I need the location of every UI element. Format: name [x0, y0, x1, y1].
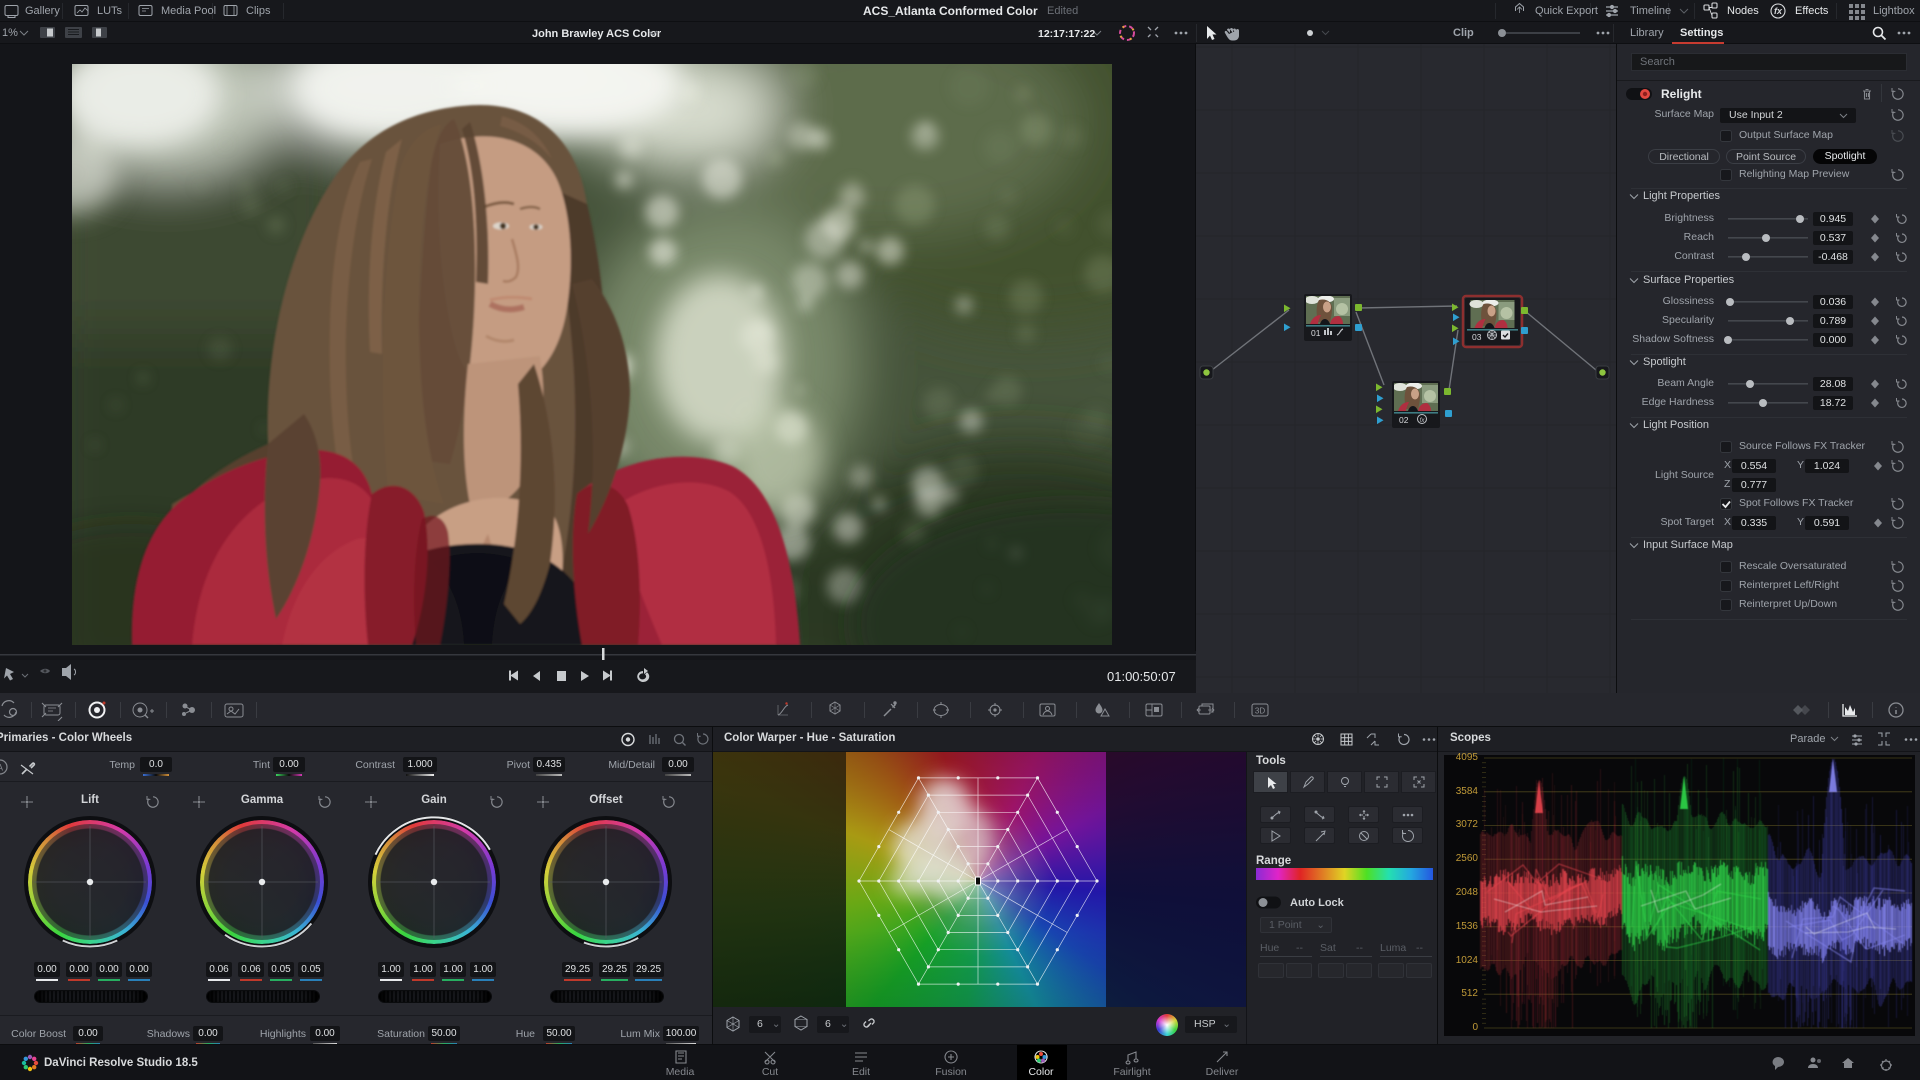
svg-text:03: 03	[1472, 332, 1482, 342]
svg-text:01: 01	[1311, 328, 1321, 338]
svg-text:A: A	[0, 763, 3, 773]
svg-text:fx: fx	[1774, 6, 1783, 16]
svg-text:3D: 3D	[1255, 707, 1265, 716]
svg-text:02: 02	[1399, 415, 1409, 425]
